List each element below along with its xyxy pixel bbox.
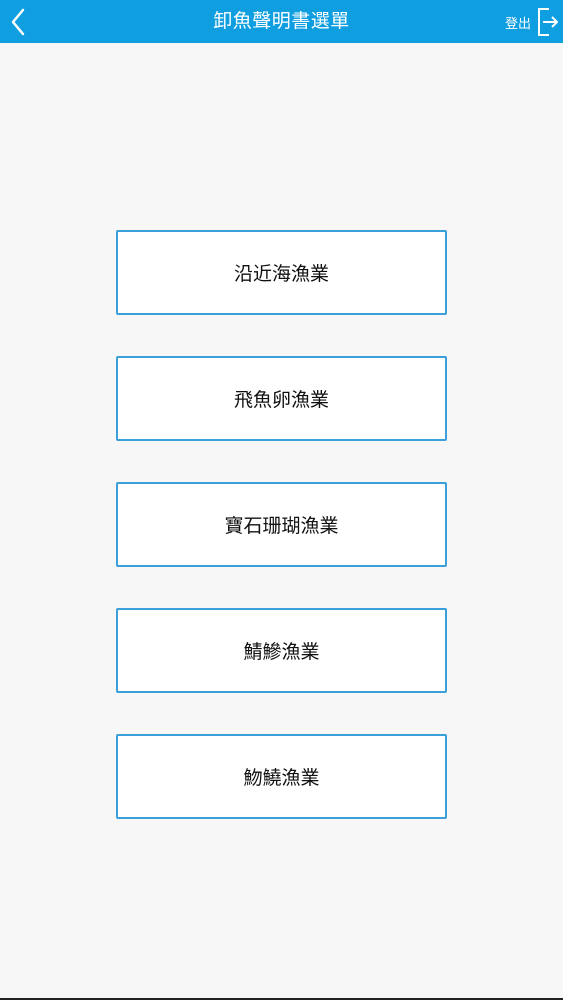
menu-item-flying-fish-roe-fishery[interactable]: 飛魚卵漁業 — [116, 356, 447, 441]
app-header: 卸魚聲明書選單 登出 — [0, 0, 563, 43]
logout-button[interactable]: 登出 — [505, 4, 559, 40]
chevron-left-icon — [11, 8, 25, 36]
logout-icon — [538, 8, 558, 36]
menu-item-coastal-fishery[interactable]: 沿近海漁業 — [116, 230, 447, 315]
page-title: 卸魚聲明書選單 — [213, 10, 350, 32]
menu-item-mackerel-scad-fishery[interactable]: 鯖鰺漁業 — [116, 608, 447, 693]
fishery-menu: 沿近海漁業 飛魚卵漁業 寶石珊瑚漁業 鯖鰺漁業 魩鱙漁業 — [116, 230, 447, 860]
menu-item-precious-coral-fishery[interactable]: 寶石珊瑚漁業 — [116, 482, 447, 567]
back-button[interactable] — [4, 4, 32, 40]
logout-label: 登出 — [504, 16, 531, 32]
menu-item-whitebait-fishery[interactable]: 魩鱙漁業 — [116, 734, 447, 819]
